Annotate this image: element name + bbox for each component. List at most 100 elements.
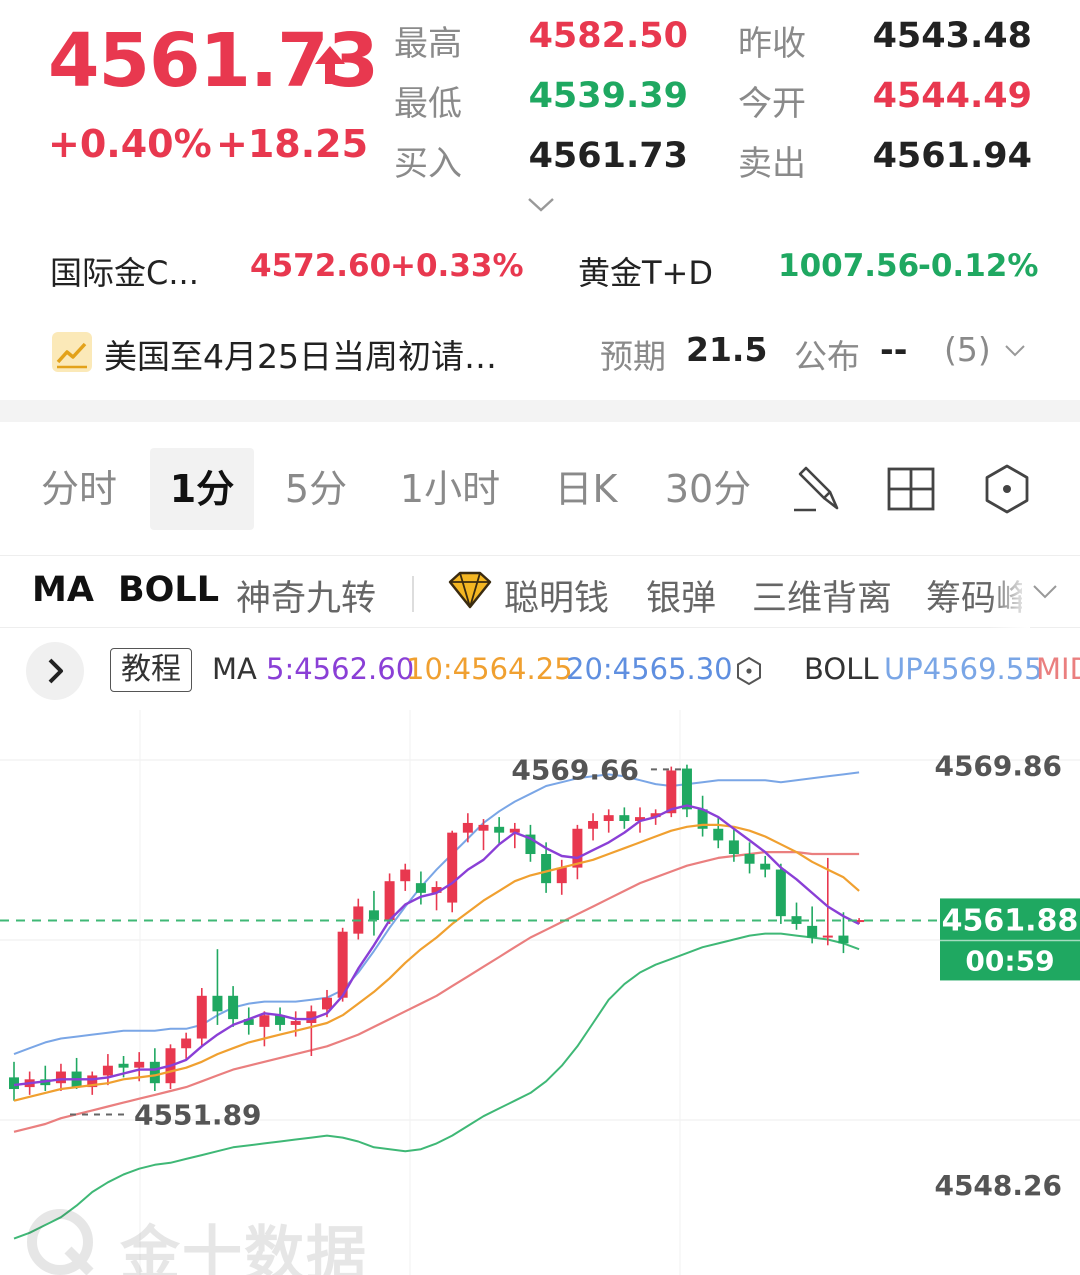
candle-body-39 [619,815,630,821]
candle-body-3 [55,1071,66,1084]
indicator-tab-ma[interactable]: MA [32,570,94,610]
hexagon-settings-icon[interactable] [980,462,1034,516]
watermark-text: 金十数据 [120,1220,368,1275]
candle-body-24 [384,881,395,921]
tab-30min[interactable]: 30分 [660,448,756,530]
more-indicators-chevron-icon[interactable] [1032,584,1058,600]
tab-daily-k[interactable]: 日K [540,448,632,530]
candle-body-23 [368,910,379,921]
candles [9,764,865,1101]
indicator-tab-silver-bullet[interactable]: 银弹 [646,570,716,621]
change-amount: +18.25 [216,122,369,166]
stat-label-bid: 买入 [394,144,462,184]
section-divider [0,400,1080,422]
trend-chart-icon [52,332,92,372]
tab-5min[interactable]: 5分 [270,448,362,530]
watermark-logo-icon [27,1209,94,1275]
stat-value-low: 4539.39 [528,76,688,116]
tab-1min[interactable]: 1分 [150,448,254,530]
candle-body-34 [541,854,552,884]
legend-ma20: 20:4565.30 [566,652,733,686]
candle-body-6 [102,1065,113,1076]
event-publish-label: 公布 [794,337,860,376]
change-percent: +0.40% [48,122,212,166]
boll-low-line [13,932,860,1240]
boll-up-line [13,771,860,1056]
stat-label-low: 最低 [394,84,462,124]
stat-label-prev-close: 昨收 [738,24,806,64]
indicator-divider [412,576,414,612]
tab-timeshare[interactable]: 分时 [24,448,134,530]
event-expect-value: 21.5 [686,330,768,369]
tab-1hour[interactable]: 1小时 [384,448,516,530]
candle-body-35 [556,867,567,884]
tutorial-button[interactable]: 教程 [110,648,192,692]
candle-body-30 [478,824,489,831]
quote-header: 4561.73 +0.40% +18.25 最高 4582.50 昨收 4543… [0,0,1080,400]
candle-body-9 [149,1061,160,1084]
event-count[interactable]: (5) [944,330,991,369]
candle-body-16 [259,1015,270,1027]
y-axis-label-1: 4548.26 [934,1169,1062,1202]
related-change-intl-gold: +0.33% [390,248,524,284]
candle-body-12 [196,995,207,1039]
candle-body-7 [118,1063,129,1068]
stat-value-bid: 4561.73 [528,136,688,176]
ma10-line [13,823,860,1102]
stat-value-prev-close: 4543.48 [872,16,1032,56]
expand-stats-chevron-icon[interactable] [526,196,556,214]
candle-body-28 [447,832,458,903]
candle-body-29 [462,822,473,833]
draw-pen-icon[interactable] [790,462,844,516]
stat-value-open: 4544.49 [872,76,1032,116]
related-name-gold-td[interactable]: 黄金T+D [578,248,713,294]
candle-body-47 [744,854,755,864]
candle-body-43 [681,768,692,810]
legend-ma5: 5:4562.60 [266,652,415,686]
related-price-intl-gold: 4572.60 [250,248,392,284]
chevron-right-icon [48,658,63,684]
candle-body-51 [807,925,818,938]
candle-body-42 [666,770,677,814]
legend-boll-mid: MID [1036,652,1080,686]
price-markers: 4561.88 00:59 4569.66 4551.89 [0,753,1080,1131]
indicator-tabs: MA BOLL 神奇九转 聪明钱 银弹 三维背离 筹码峰 [0,556,1080,628]
y-axis-label-0: 4569.86 [934,749,1062,782]
candle-body-48 [760,863,771,870]
candle-body-14 [228,995,239,1020]
legend-ma10: 10:4564.25 [406,652,573,686]
candle-body-31 [494,826,505,833]
event-expect-label: 预期 [600,337,666,376]
candle-body-46 [728,840,739,855]
candle-body-11 [181,1038,192,1049]
related-name-intl-gold[interactable]: 国际金C... [50,248,199,294]
legend-ma-label: MA [212,652,257,686]
stat-label-high: 最高 [394,24,462,64]
price-up-arrow-icon [315,46,345,84]
indicator-tab-td9[interactable]: 神奇九转 [236,570,376,621]
countdown-label: 00:59 [965,944,1054,977]
indicator-tab-divergence[interactable]: 三维背离 [752,570,892,621]
candle-body-49 [775,869,786,917]
kline-chart[interactable]: 4561.88 00:59 4569.66 4551.89 4569.86 4548.2… [0,710,1080,1275]
indicator-tab-smart-money[interactable]: 聪明钱 [504,570,609,621]
indicator-legend: 教程 MA 5:4562.60 10:4564.25 20:4565.30 BO… [0,630,1080,710]
stat-label-open: 今开 [738,84,806,124]
candle-body-53 [838,935,849,944]
candle-body-0 [9,1077,19,1090]
expand-panel-button[interactable] [26,642,84,700]
current-price-label: 4561.88 [942,903,1079,938]
stat-value-ask: 4561.94 [872,136,1032,176]
grid-layout-icon[interactable] [884,462,938,516]
related-change-gold-td: -0.12% [918,248,1039,284]
candle-body-25 [400,869,411,882]
event-expand-chevron-icon[interactable] [1004,344,1026,358]
ma-settings-icon[interactable] [734,656,764,686]
candle-body-13 [212,995,223,1012]
event-title[interactable]: 美国至4月25日当周初请… [104,330,497,378]
diamond-icon [448,571,492,609]
legend-boll-up: UP4569.55 [884,652,1043,686]
event-publish-value: -- [880,330,908,369]
indicator-tab-boll[interactable]: BOLL [118,570,219,610]
candle-body-52 [822,935,833,938]
